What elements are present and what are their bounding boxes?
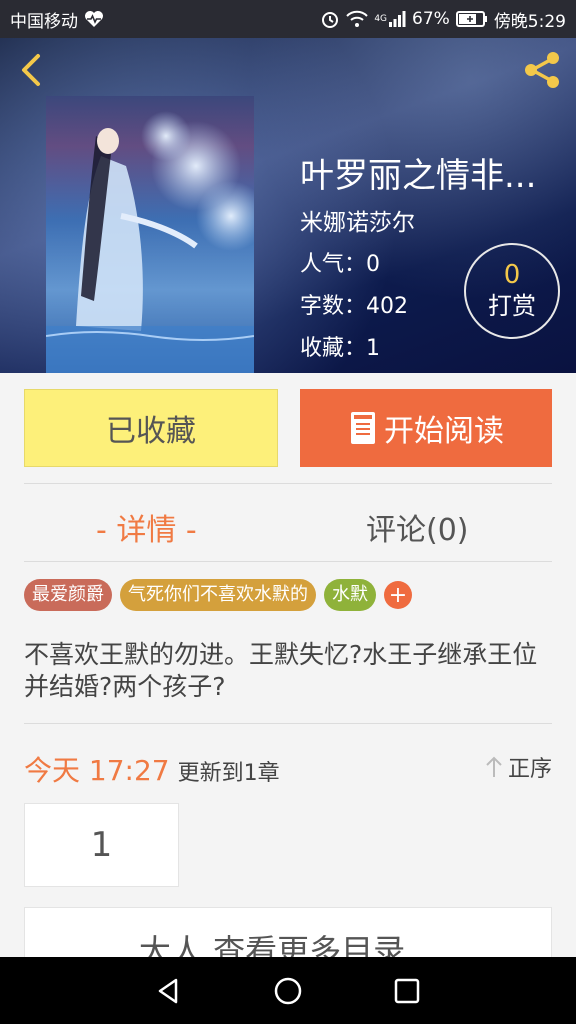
system-nav-bar	[0, 957, 576, 1024]
popularity-stat: 人气：0	[300, 252, 380, 277]
more-catalog-label: 大人 查看更多目录	[138, 932, 406, 957]
book-header: 叶罗丽之情非... 米娜诺莎尔 人气：0 字数：402 收藏：1 0 打赏	[0, 38, 576, 373]
reward-button[interactable]: 0 打赏	[464, 243, 560, 339]
add-tag-button[interactable]: +	[384, 581, 412, 609]
divider	[24, 561, 552, 562]
clock-time: 傍晚5:29	[493, 11, 566, 32]
update-info: 更新到1章	[177, 761, 280, 786]
cellular-signal-icon: 4G	[374, 10, 406, 28]
back-button[interactable]	[14, 50, 48, 90]
tag-chip[interactable]: 水默	[324, 579, 376, 611]
reward-label: 打赏	[488, 292, 536, 320]
update-time: 今天 17:27	[24, 754, 170, 787]
share-icon	[525, 52, 559, 88]
battery-percent: 67%	[412, 9, 450, 29]
book-author[interactable]: 米娜诺莎尔	[300, 203, 415, 237]
start-reading-button[interactable]: 开始阅读	[300, 389, 552, 467]
tag-list: 最爱颜爵 气死你们不喜欢水默的 水默 +	[24, 579, 412, 611]
triangle-back-icon	[159, 978, 178, 1003]
battery-icon	[455, 10, 488, 28]
tag-chip[interactable]: 气死你们不喜欢水默的	[120, 579, 316, 611]
nav-recents-button[interactable]	[387, 971, 427, 1011]
carrier-label: 中国移动	[10, 11, 78, 32]
sort-order-button[interactable]: 正序	[484, 751, 552, 783]
reward-count: 0	[503, 260, 521, 290]
chapter-page-button[interactable]: 1	[24, 803, 179, 887]
word-count-stat: 字数：402	[300, 294, 408, 319]
start-reading-label: 开始阅读	[384, 414, 504, 449]
circle-home-icon	[274, 977, 302, 1004]
tab-detail[interactable]: - 详情 -	[96, 505, 197, 549]
alarm-icon	[320, 9, 340, 29]
book-detail-content: 已收藏 开始阅读 - 详情 - 评论(0) 最爱颜爵 气死你们不喜欢水默的 水默…	[0, 373, 576, 957]
nav-back-button[interactable]	[149, 971, 189, 1011]
favorited-button[interactable]: 已收藏	[24, 389, 278, 467]
tag-chip[interactable]: 最爱颜爵	[24, 579, 112, 611]
share-button[interactable]	[520, 48, 564, 92]
wifi-icon	[346, 10, 369, 28]
update-status: 今天 17:27 更新到1章	[24, 749, 280, 789]
book-title: 叶罗丽之情非...	[300, 156, 537, 196]
book-cover-image[interactable]	[46, 96, 254, 373]
book-icon	[351, 412, 375, 444]
arrow-up-icon	[486, 756, 502, 777]
signal-type-label: 4G	[374, 14, 388, 24]
divider	[24, 723, 552, 724]
book-description: 不喜欢王默的勿进。王默失忆?水王子继承王位并结婚?两个孩子?	[24, 640, 538, 701]
heart-pulse-icon	[84, 10, 104, 28]
status-bar: 中国移动 4G 67% 傍晚5:29	[0, 0, 576, 38]
tab-comments[interactable]: 评论(0)	[366, 505, 469, 549]
chevron-left-icon	[22, 54, 40, 86]
square-recents-icon	[394, 978, 419, 1003]
sort-label: 正序	[507, 757, 552, 782]
favorites-stat: 收藏：1	[300, 336, 380, 361]
nav-home-button[interactable]	[268, 971, 308, 1011]
cover-illustration	[46, 96, 254, 373]
divider	[24, 483, 552, 484]
more-catalog-button[interactable]: 大人 查看更多目录	[24, 907, 552, 957]
